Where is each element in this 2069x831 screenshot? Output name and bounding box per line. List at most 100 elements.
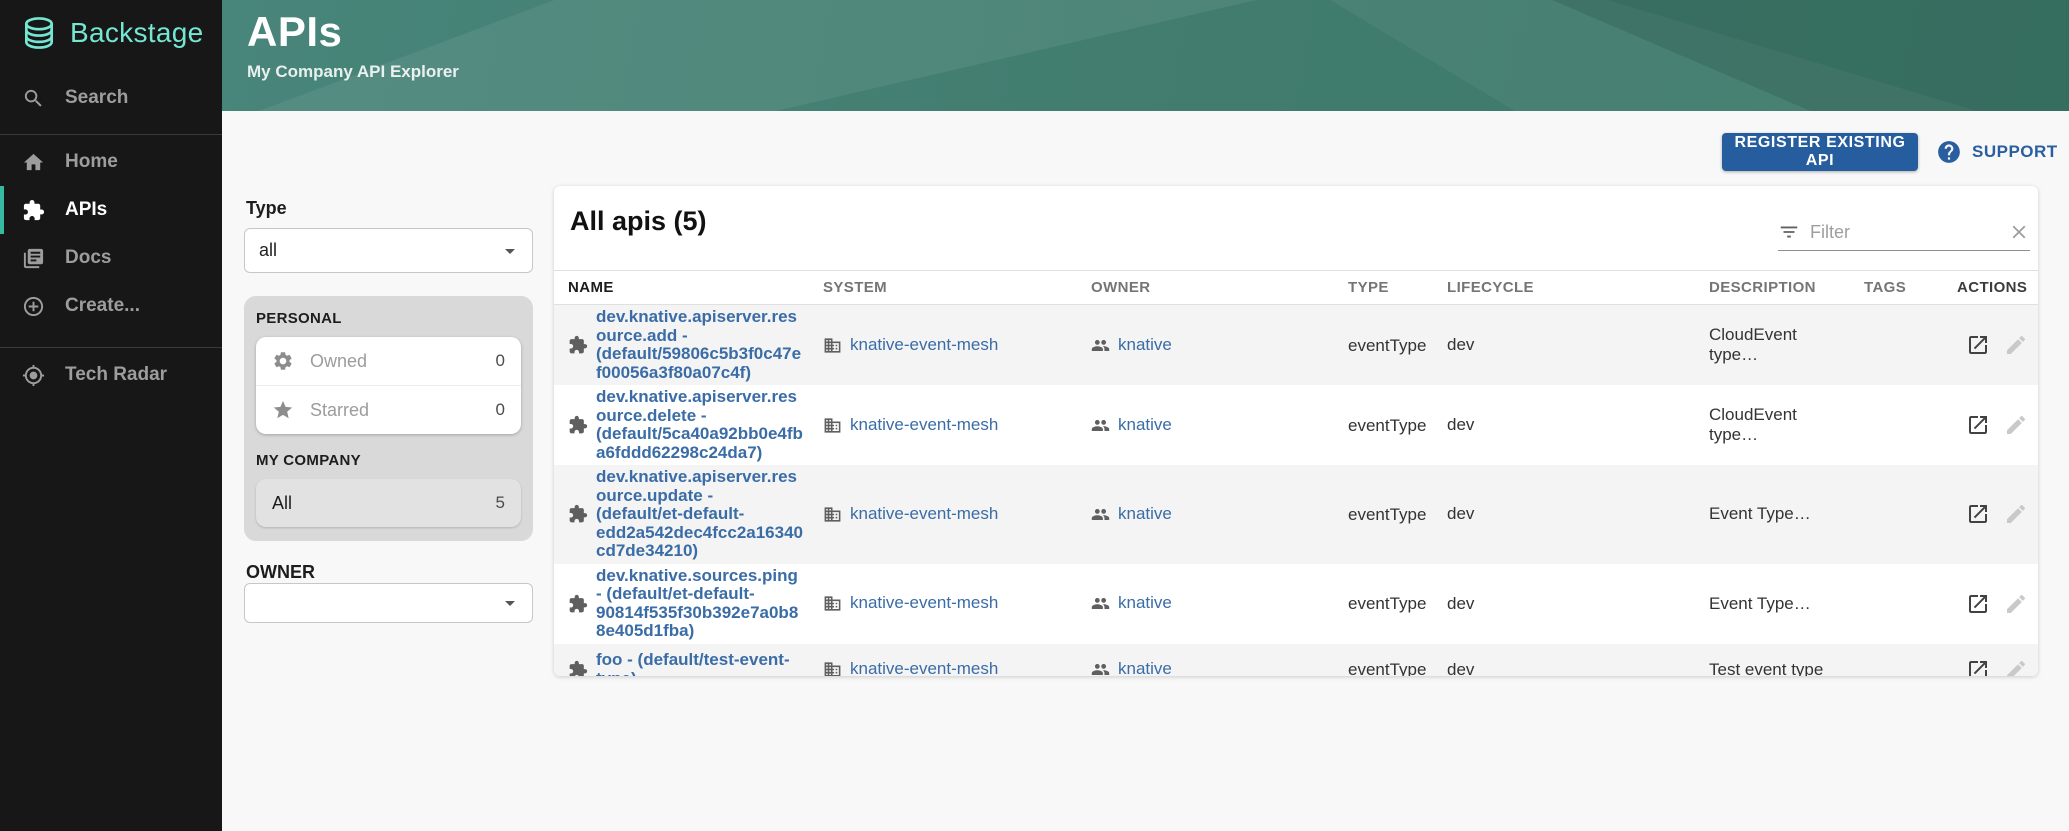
type-filter-value: all — [259, 240, 277, 261]
add-circle-icon — [22, 295, 45, 318]
column-header-description[interactable]: DESCRIPTION — [1695, 271, 1850, 305]
column-header-type[interactable]: TYPE — [1334, 271, 1433, 305]
group-icon — [1091, 416, 1110, 435]
sidebar-divider — [0, 134, 222, 135]
sidebar-item-apis[interactable]: APIs — [0, 186, 222, 234]
filter-item-owned[interactable]: Owned 0 — [256, 337, 521, 385]
sidebar-item-techradar[interactable]: Tech Radar — [0, 351, 222, 399]
owner-link[interactable]: knative — [1118, 505, 1172, 524]
column-header-name[interactable]: NAME — [554, 271, 809, 305]
description-cell: CloudEvent type… — [1695, 385, 1850, 465]
sidebar-item-label: Search — [65, 87, 128, 109]
edit-icon[interactable] — [2004, 658, 2028, 677]
company-section-label: MY COMPANY — [256, 452, 521, 469]
table-row: foo - (default/test-event-type) knative-… — [554, 644, 2038, 677]
owner-link[interactable]: knative — [1118, 336, 1172, 355]
page-header: APIs My Company API Explorer — [222, 0, 2069, 111]
column-header-owner[interactable]: OWNER — [1077, 271, 1334, 305]
open-in-new-icon[interactable] — [1966, 592, 1990, 616]
page-title: APIs — [247, 8, 342, 56]
personal-card: Owned 0 Starred 0 — [256, 337, 521, 434]
edit-icon[interactable] — [2004, 592, 2028, 616]
support-label: SUPPORT — [1972, 142, 2058, 162]
clear-filter-icon[interactable] — [2008, 221, 2030, 243]
system-link[interactable]: knative-event-mesh — [850, 594, 998, 613]
open-in-new-icon[interactable] — [1966, 502, 1990, 526]
sidebar-item-create[interactable]: Create... — [0, 282, 222, 330]
table-row: dev.knative.apiserver.resource.delete - … — [554, 385, 2038, 465]
filter-item-count: 0 — [496, 351, 505, 371]
owner-link[interactable]: knative — [1118, 416, 1172, 435]
puzzle-icon — [568, 660, 588, 677]
docs-icon — [22, 247, 45, 270]
open-in-new-icon[interactable] — [1966, 658, 1990, 677]
column-header-tags[interactable]: TAGS — [1850, 271, 1943, 305]
filter-item-all[interactable]: All 5 — [256, 479, 521, 527]
type-cell: eventType — [1334, 465, 1433, 564]
tags-cell — [1850, 305, 1943, 386]
open-in-new-icon[interactable] — [1966, 413, 1990, 437]
sidebar-item-label: Docs — [65, 247, 111, 269]
entity-picker-panel: PERSONAL Owned 0 Starred 0 MY COMPANY Al… — [244, 296, 533, 541]
domain-icon — [823, 594, 842, 613]
filter-item-label: All — [272, 493, 496, 514]
edit-icon[interactable] — [2004, 333, 2028, 357]
help-icon — [1936, 139, 1962, 165]
owner-filter-select[interactable] — [244, 583, 533, 623]
table-body: dev.knative.apiserver.resource.add - (de… — [554, 305, 2038, 677]
logo-text: Backstage — [70, 17, 203, 49]
owner-link[interactable]: knative — [1118, 594, 1172, 613]
chevron-down-icon — [498, 591, 522, 615]
api-name-link[interactable]: dev.knative.apiserver.resource.add - (de… — [596, 308, 803, 382]
edit-icon[interactable] — [2004, 502, 2028, 526]
page-subtitle: My Company API Explorer — [247, 62, 459, 82]
api-name-link[interactable]: dev.knative.apiserver.resource.update - … — [596, 468, 803, 561]
radar-icon — [22, 364, 45, 387]
lifecycle-cell: dev — [1433, 465, 1695, 564]
sidebar-divider — [0, 347, 222, 348]
sidebar-item-label: Create... — [65, 295, 140, 317]
api-table-card: All apis (5) NAMESYSTEMOWNERTYPELIFECYCL… — [554, 186, 2038, 676]
table-row: dev.knative.apiserver.resource.update - … — [554, 465, 2038, 564]
sidebar-item-label: APIs — [65, 199, 107, 221]
description-cell: Test event type — [1695, 644, 1850, 677]
filter-item-label: Starred — [310, 400, 480, 421]
api-name-link[interactable]: dev.knative.apiserver.resource.delete - … — [596, 388, 803, 462]
description-cell: Event Type… — [1695, 465, 1850, 564]
filter-list-icon — [1778, 221, 1800, 243]
api-name-link[interactable]: foo - (default/test-event-type) — [596, 651, 803, 676]
group-icon — [1091, 336, 1110, 355]
sidebar-item-search[interactable]: Search — [0, 74, 222, 122]
system-link[interactable]: knative-event-mesh — [850, 505, 998, 524]
type-cell: eventType — [1334, 385, 1433, 465]
table-filter-input[interactable] — [1808, 221, 2000, 244]
puzzle-icon — [568, 594, 588, 614]
system-link[interactable]: knative-event-mesh — [850, 660, 998, 676]
home-icon — [22, 151, 45, 174]
sidebar-item-docs[interactable]: Docs — [0, 234, 222, 282]
lifecycle-cell: dev — [1433, 305, 1695, 386]
filter-item-count: 5 — [496, 493, 505, 513]
edit-icon[interactable] — [2004, 413, 2028, 437]
register-existing-api-button[interactable]: REGISTER EXISTING API — [1722, 133, 1918, 171]
puzzle-icon — [22, 199, 45, 222]
lifecycle-cell: dev — [1433, 644, 1695, 677]
system-link[interactable]: knative-event-mesh — [850, 416, 998, 435]
type-cell: eventType — [1334, 564, 1433, 644]
system-link[interactable]: knative-event-mesh — [850, 336, 998, 355]
sidebar-item-label: Tech Radar — [65, 364, 167, 386]
owner-link[interactable]: knative — [1118, 660, 1172, 676]
type-cell: eventType — [1334, 644, 1433, 677]
tags-cell — [1850, 564, 1943, 644]
table-filter-field — [1778, 214, 2030, 251]
filter-item-starred[interactable]: Starred 0 — [256, 385, 521, 434]
open-in-new-icon[interactable] — [1966, 333, 1990, 357]
lifecycle-cell: dev — [1433, 564, 1695, 644]
api-name-link[interactable]: dev.knative.sources.ping - (default/et-d… — [596, 567, 803, 641]
column-header-system[interactable]: SYSTEM — [809, 271, 1077, 305]
backstage-logo[interactable]: Backstage — [20, 14, 203, 52]
column-header-lifecycle[interactable]: LIFECYCLE — [1433, 271, 1695, 305]
support-button[interactable]: SUPPORT — [1930, 138, 2064, 166]
type-filter-select[interactable]: all — [244, 228, 533, 273]
sidebar-item-home[interactable]: Home — [0, 138, 222, 186]
